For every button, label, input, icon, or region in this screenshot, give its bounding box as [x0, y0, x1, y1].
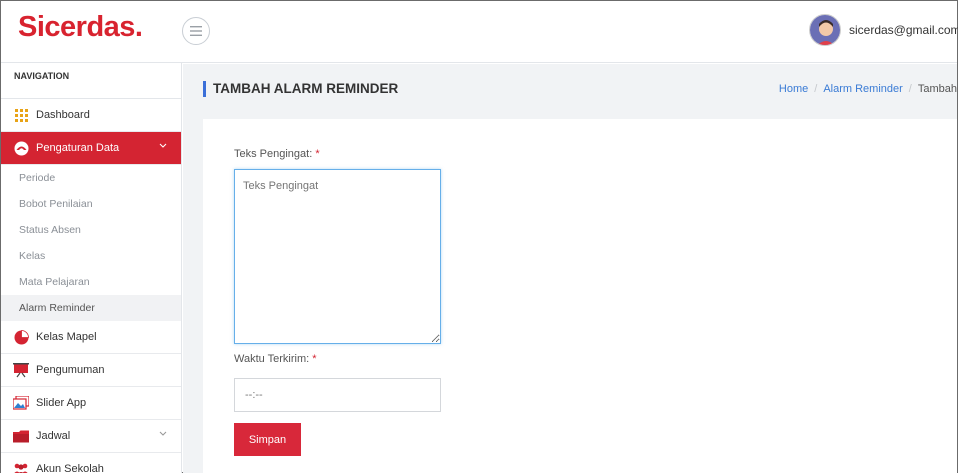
- breadcrumb-alarm-reminder-link[interactable]: Alarm Reminder: [823, 83, 902, 95]
- top-bar: Sicerdas. sicerdas@gmail.com: [1, 1, 958, 63]
- submenu-item-kelas[interactable]: Kelas: [1, 243, 181, 269]
- text-reminder-label: Teks Pengingat: *: [234, 148, 320, 160]
- text-reminder-textarea[interactable]: [234, 169, 441, 344]
- sidebar-item-label: Kelas Mapel: [36, 331, 97, 343]
- text-reminder-label-text: Teks Pengingat:: [234, 148, 313, 160]
- sidebar-item-label: Pengumuman: [36, 364, 105, 376]
- send-time-label-text: Waktu Terkirim:: [234, 353, 310, 365]
- submenu-item-bobot-penilaian[interactable]: Bobot Penilaian: [1, 191, 181, 217]
- presentation-board-icon: [13, 362, 29, 378]
- breadcrumb-current: Tambah: [917, 83, 957, 95]
- submenu-item-periode[interactable]: Periode: [1, 165, 181, 191]
- images-icon: [13, 395, 29, 411]
- required-asterisk: *: [315, 148, 320, 160]
- required-asterisk: *: [312, 353, 317, 365]
- grid-icon: [13, 107, 29, 123]
- submenu-item-alarm-reminder[interactable]: Alarm Reminder: [1, 295, 181, 321]
- nav-heading: NAVIGATION: [1, 63, 181, 99]
- send-time-input[interactable]: --:--: [234, 378, 441, 412]
- main-content: TAMBAH ALARM REMINDER Home / Alarm Reminde…: [183, 64, 957, 473]
- title-accent-bar: [203, 81, 206, 97]
- sidebar-item-jadwal[interactable]: Jadwal: [1, 420, 181, 453]
- user-menu[interactable]: sicerdas@gmail.com: [809, 14, 958, 46]
- form-card: Teks Pengingat: * Waktu Terkirim: * --:-…: [203, 119, 957, 473]
- sidebar-item-label: Akun Sekolah: [36, 463, 104, 473]
- breadcrumb-separator: /: [814, 83, 818, 95]
- sidebar-item-dashboard[interactable]: Dashboard: [1, 99, 181, 132]
- breadcrumb-separator: /: [908, 83, 912, 95]
- page-title: TAMBAH ALARM REMINDER: [213, 81, 399, 96]
- sidebar-item-kelas-mapel[interactable]: Kelas Mapel: [1, 321, 181, 354]
- sidebar: NAVIGATION Dashboard Pengaturan Data Per…: [1, 63, 182, 473]
- sidebar-item-akun-sekolah[interactable]: Akun Sekolah: [1, 453, 181, 473]
- submenu-item-status-absen[interactable]: Status Absen: [1, 217, 181, 243]
- sidebar-item-label: Pengaturan Data: [36, 142, 120, 154]
- chevron-down-icon: [159, 431, 167, 436]
- folder-icon: [13, 428, 29, 444]
- chevron-down-icon: [159, 143, 167, 148]
- page-header: TAMBAH ALARM REMINDER Home / Alarm Reminde…: [183, 64, 957, 116]
- breadcrumb-home-link[interactable]: Home: [779, 83, 808, 95]
- users-icon: [13, 461, 29, 473]
- hamburger-icon: [190, 26, 202, 36]
- breadcrumb: Home / Alarm Reminder / Tambah: [779, 83, 957, 95]
- send-time-label: Waktu Terkirim: *: [234, 353, 317, 365]
- pie-chart-icon: [13, 329, 29, 345]
- sidebar-item-label: Jadwal: [36, 430, 71, 442]
- user-email[interactable]: sicerdas@gmail.com: [849, 23, 958, 37]
- menu-toggle-button[interactable]: [182, 17, 210, 45]
- send-time-value: --:--: [245, 389, 263, 401]
- sidebar-item-slider-app[interactable]: Slider App: [1, 387, 181, 420]
- sidebar-item-pengumuman[interactable]: Pengumuman: [1, 354, 181, 387]
- avatar[interactable]: [809, 14, 841, 46]
- sidebar-item-label: Slider App: [36, 397, 87, 409]
- app-logo[interactable]: Sicerdas.: [18, 11, 143, 44]
- gauge-icon: [13, 140, 29, 156]
- sidebar-item-pengaturan-data[interactable]: Pengaturan Data: [1, 132, 181, 165]
- submenu-item-mata-pelajaran[interactable]: Mata Pelajaran: [1, 269, 181, 295]
- sidebar-item-label: Dashboard: [36, 109, 90, 121]
- save-button[interactable]: Simpan: [234, 423, 301, 456]
